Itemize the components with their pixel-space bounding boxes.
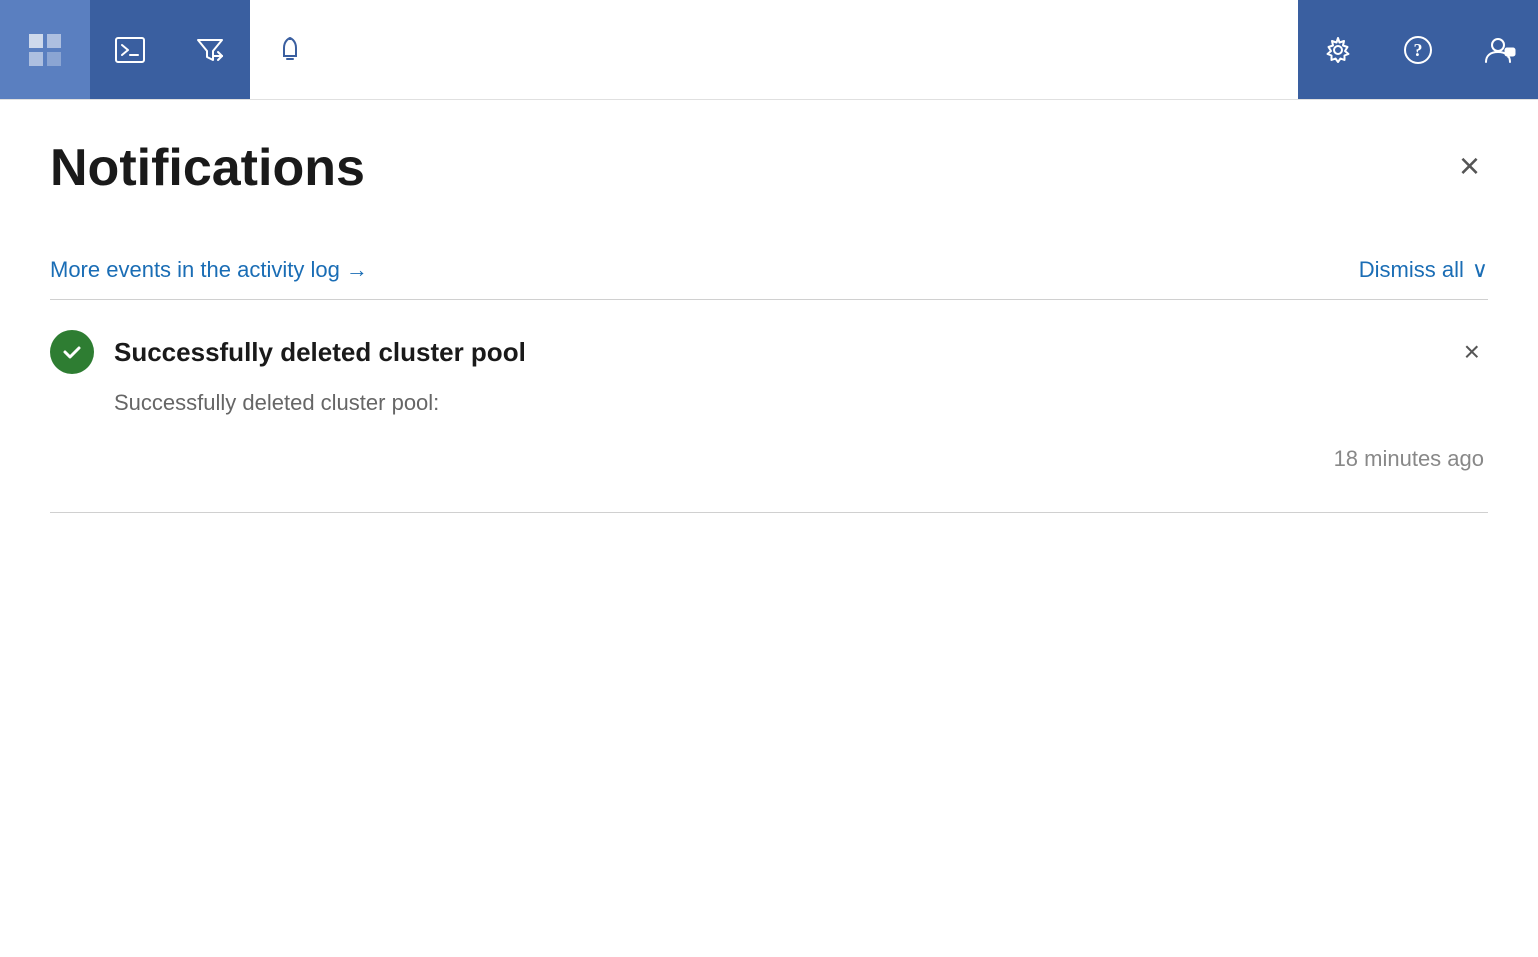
notification-title: Successfully deleted cluster pool [114,337,526,368]
user-feedback-icon[interactable] [1458,0,1538,99]
close-panel-button[interactable]: × [1451,140,1488,192]
notification-body: Successfully deleted cluster pool: [114,390,1488,416]
topbar-middle [330,0,1298,99]
help-icon[interactable]: ? [1378,0,1458,99]
notifications-title: Notifications [50,140,365,197]
notifications-panel: Notifications × More events in the activ… [0,100,1538,513]
notifications-header: Notifications × [50,140,1488,197]
notifications-actions: More events in the activity log → Dismis… [50,257,1488,283]
svg-text:?: ? [1414,40,1423,60]
notification-item: Successfully deleted cluster pool × Succ… [50,300,1488,492]
notification-item-header: Successfully deleted cluster pool × [50,330,1488,374]
success-icon [50,330,94,374]
topbar-icons-right: ? [1298,0,1538,99]
topbar-icons-left [90,0,250,99]
notification-title-row: Successfully deleted cluster pool [50,330,526,374]
notification-time: 18 minutes ago [50,446,1488,472]
dismiss-all-button[interactable]: Dismiss all ∨ [1359,257,1488,283]
bottom-divider [50,512,1488,513]
topbar-logo[interactable] [0,0,90,99]
dismiss-item-button[interactable]: × [1456,334,1488,370]
filter-icon[interactable] [170,0,250,99]
dismiss-all-label: Dismiss all [1359,257,1464,283]
topbar: ? [0,0,1538,100]
bell-icon[interactable] [250,0,330,99]
terminal-icon[interactable] [90,0,170,99]
topbar-left [0,0,250,99]
chevron-down-icon: ∨ [1472,257,1488,283]
activity-log-link[interactable]: More events in the activity log → [50,257,368,283]
settings-icon[interactable] [1298,0,1378,99]
